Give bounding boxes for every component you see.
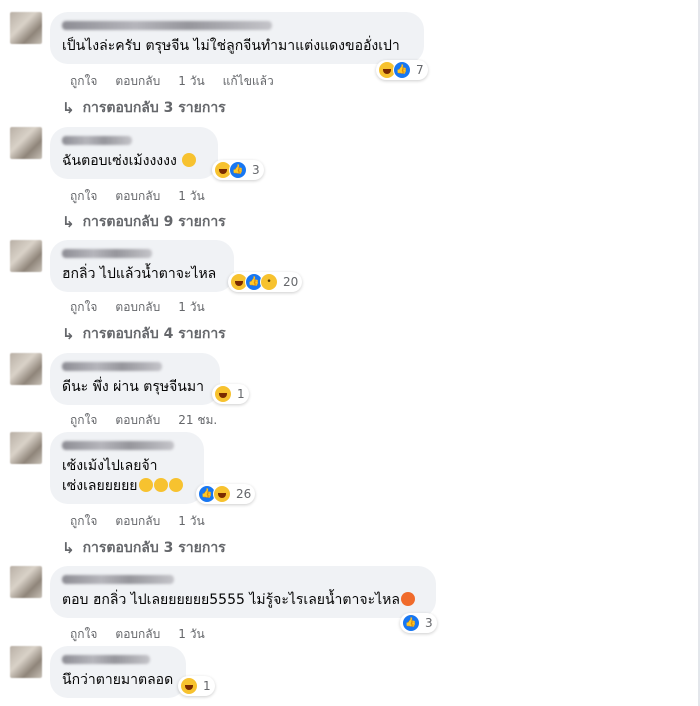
edited-label: แก้ไขแล้ว (222, 74, 274, 88)
comment-bubble: ดีนะ พึ่ง ผ่าน ตรุษจีนมา (50, 353, 220, 405)
timestamp-link[interactable]: 1 วัน (178, 72, 204, 91)
avatar[interactable] (10, 646, 42, 678)
author-name-blurred[interactable] (62, 362, 162, 371)
comment-actions: ถูกใจ ตอบกลับ 1 วัน (70, 512, 205, 531)
author-name-blurred[interactable] (62, 136, 132, 145)
reaction-count: 26 (236, 487, 252, 501)
reaction-count: 1 (237, 387, 245, 401)
author-name-blurred[interactable] (62, 575, 174, 584)
comment-text: นึกว่าตายมาตลอด (62, 672, 174, 688)
rofl-emoji-icon (168, 478, 183, 492)
like-link[interactable]: ถูกใจ (70, 187, 97, 206)
reply-arrow-icon: ↳ (62, 539, 75, 557)
author-name-blurred[interactable] (62, 249, 152, 258)
comment-text-line-2: เซ่งเลยยยยย (62, 476, 192, 496)
rofl-emoji-icon (138, 478, 153, 492)
reply-arrow-icon: ↳ (62, 99, 75, 117)
comment-bubble: ฉันตอบเซ่งเม้งงงงง (50, 127, 218, 179)
replies-label: การตอบกลับ 3 รายการ (82, 100, 226, 116)
comment-bubble: นึกว่าตายมาตลอด (50, 646, 186, 698)
comment-bubble: ฮกลิ่ว ไปแล้วน้ำตาจะไหล (50, 240, 234, 292)
comment-actions: ถูกใจ ตอบกลับ 1 วัน (70, 298, 205, 317)
replies-label: การตอบกลับ 3 รายการ (82, 540, 226, 556)
comment-text: ดีนะ พึ่ง ผ่าน ตรุษจีนมา (62, 379, 204, 395)
comment-text: ฉันตอบเซ่งเม้งงงงง (62, 151, 206, 171)
reply-arrow-icon: ↳ (62, 325, 75, 343)
like-link[interactable]: ถูกใจ (70, 512, 97, 531)
view-replies-link[interactable]: ↳ การตอบกลับ 3 รายการ (62, 537, 226, 559)
reply-link[interactable]: ตอบกลับ (115, 625, 160, 644)
like-link[interactable]: ถูกใจ (70, 72, 97, 91)
author-name-blurred[interactable] (62, 21, 272, 30)
reaction-summary[interactable]: 👍 7 (376, 60, 428, 80)
reply-link[interactable]: ตอบกลับ (115, 512, 160, 531)
timestamp-link[interactable]: 1 วัน (178, 187, 204, 206)
avatar[interactable] (10, 127, 42, 159)
like-reaction-icon: 👍 (229, 161, 247, 179)
sad-reaction-icon: • (260, 273, 278, 291)
like-reaction-icon: 👍 (402, 614, 420, 632)
author-name-blurred[interactable] (62, 441, 174, 450)
comment-actions: ถูกใจ ตอบกลับ 21 ชม. (70, 411, 217, 430)
avatar[interactable] (10, 353, 42, 385)
reply-link[interactable]: ตอบกลับ (115, 72, 160, 91)
reply-link[interactable]: ตอบกลับ (115, 187, 160, 206)
like-link[interactable]: ถูกใจ (70, 625, 97, 644)
comment-actions: ถูกใจ ตอบกลับ 1 วัน (70, 187, 205, 206)
reaction-count: 1 (203, 679, 211, 693)
comment-actions: ถูกใจ ตอบกลับ 1 วัน แก้ไขแล้ว (70, 72, 274, 91)
comment-bubble: ตอบ ฮกลิ่ว ไปเลยยยยยย5555 ไม่รู้จะไรเลยน… (50, 566, 436, 618)
reply-arrow-icon: ↳ (62, 213, 75, 231)
avatar[interactable] (10, 566, 42, 598)
view-replies-link[interactable]: ↳ การตอบกลับ 3 รายการ (62, 97, 226, 119)
reaction-summary[interactable]: 👍 3 (400, 613, 437, 633)
reaction-summary[interactable]: 👍 3 (212, 160, 264, 180)
reaction-count: 20 (283, 275, 299, 289)
timestamp-link[interactable]: 1 วัน (178, 298, 204, 317)
comment-text: ตอบ ฮกลิ่ว ไปเลยยยยยย5555 ไม่รู้จะไรเลยน… (62, 590, 424, 610)
avatar[interactable] (10, 432, 42, 464)
avatar[interactable] (10, 12, 42, 44)
author-name-blurred[interactable] (62, 655, 150, 664)
haha-reaction-icon (180, 677, 198, 695)
reply-link[interactable]: ตอบกลับ (115, 411, 160, 430)
timestamp-link[interactable]: 1 วัน (178, 512, 204, 531)
timestamp-link[interactable]: 21 ชม. (178, 411, 217, 430)
reaction-summary[interactable]: 1 (212, 384, 249, 404)
replies-label: การตอบกลับ 9 รายการ (82, 214, 226, 230)
view-replies-link[interactable]: ↳ การตอบกลับ 9 รายการ (62, 211, 226, 233)
rofl-emoji-icon (153, 478, 168, 492)
avatar[interactable] (10, 240, 42, 272)
comment-bubble: เซ้งเม้งไปเลยจ้า เซ่งเลยยยยย (50, 432, 204, 504)
reaction-summary[interactable]: 👍 • 20 (228, 272, 303, 292)
comment-text: ฮกลิ่ว ไปแล้วน้ำตาจะไหล (62, 266, 217, 282)
haha-reaction-icon (213, 485, 231, 503)
reaction-count: 7 (416, 63, 424, 77)
comment-bubble: เป็นไงล่ะครับ ตรุษจีน ไม่ใช่ลูกจีนทำมาแต… (50, 12, 424, 64)
reaction-summary[interactable]: 1 (178, 676, 215, 696)
worried-emoji-icon (400, 592, 415, 606)
comment-text-line-1: เซ้งเม้งไปเลยจ้า (62, 458, 158, 474)
like-link[interactable]: ถูกใจ (70, 411, 97, 430)
comment-text: เป็นไงล่ะครับ ตรุษจีน ไม่ใช่ลูกจีนทำมาแต… (62, 38, 400, 54)
reaction-count: 3 (252, 163, 260, 177)
haha-reaction-icon (214, 385, 232, 403)
replies-label: การตอบกลับ 4 รายการ (82, 326, 226, 342)
comment-actions: ถูกใจ ตอบกลับ 1 วัน (70, 625, 205, 644)
like-reaction-icon: 👍 (393, 61, 411, 79)
like-link[interactable]: ถูกใจ (70, 298, 97, 317)
reaction-summary[interactable]: 👍 26 (196, 484, 256, 504)
view-replies-link[interactable]: ↳ การตอบกลับ 4 รายการ (62, 323, 226, 345)
reply-link[interactable]: ตอบกลับ (115, 298, 160, 317)
reaction-count: 3 (425, 616, 433, 630)
timestamp-link[interactable]: 1 วัน (178, 625, 204, 644)
smile-emoji-icon (182, 153, 197, 167)
